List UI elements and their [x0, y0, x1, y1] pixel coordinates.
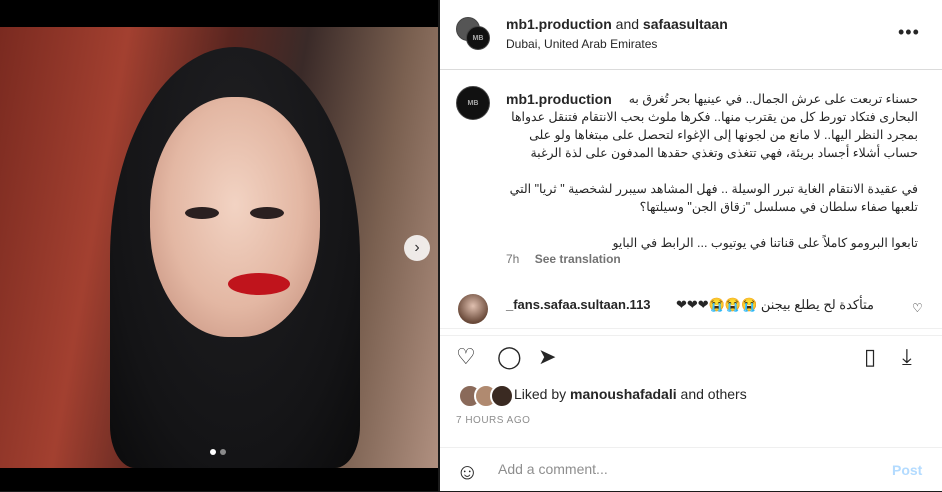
comment-bubble-icon[interactable]: ◯	[497, 344, 522, 370]
photo-eye-right	[250, 207, 284, 219]
liker-avatar-3[interactable]	[490, 384, 514, 408]
author-avatar[interactable]: MB	[466, 26, 490, 50]
post-photo	[0, 27, 438, 468]
post-image-carousel[interactable]: ›	[0, 0, 438, 491]
carousel-dot	[220, 449, 226, 455]
post-timestamp[interactable]: 7 HOURS AGO	[456, 415, 530, 426]
photo-lips	[228, 273, 290, 295]
post-header: MB mb1.production and safaasultaan Dubai…	[440, 0, 942, 70]
post-header-title: mb1.production and safaasultaan	[506, 16, 728, 32]
post-actions: ♡ ◯ ➤ ▯ ⤓	[440, 335, 942, 376]
caption-avatar[interactable]: MB	[456, 86, 490, 120]
comment-avatar[interactable]	[458, 294, 488, 324]
photo-face	[150, 97, 320, 337]
share-send-icon[interactable]: ➤	[538, 344, 556, 370]
coauthor-username[interactable]: safaasultaan	[643, 16, 728, 32]
add-comment-bar: ☺ Post	[440, 447, 942, 492]
comment-username[interactable]: _fans.safaa.sultaan.113	[506, 297, 651, 312]
comment-item: _fans.safaa.sultaan.113 متأكدة لح يطلع ب…	[440, 288, 942, 329]
caption-logo-icon: MB	[467, 99, 479, 107]
chevron-right-icon[interactable]: ›	[404, 235, 430, 261]
author-logo-icon: MB	[472, 34, 484, 42]
caption-body: حسناء تربعت على عرش الجمال.. في عينيها ب…	[509, 92, 918, 250]
caption-meta: 7h See translation	[506, 252, 621, 266]
post-panel: MB mb1.production and safaasultaan Dubai…	[440, 0, 942, 491]
like-heart-icon[interactable]: ♡	[456, 344, 476, 370]
comment-text: متأكدة لح يطلع بيجنن 😭😭😭❤❤❤	[676, 297, 874, 312]
likes-user[interactable]: manoushafadali	[570, 386, 677, 402]
likes-suffix[interactable]: and others	[681, 386, 747, 402]
photo-eye-left	[185, 207, 219, 219]
post-likes: Liked by manoushafadali and others	[440, 380, 942, 410]
likes-prefix: Liked by	[514, 386, 567, 402]
caption-time[interactable]: 7h	[506, 252, 519, 266]
carousel-dot-active	[210, 449, 216, 455]
download-icon[interactable]: ⤓	[902, 344, 912, 370]
more-horizontal-icon[interactable]: •••	[898, 22, 920, 43]
post-comment-button[interactable]: Post	[892, 462, 922, 478]
caption-username[interactable]: mb1.production	[506, 90, 612, 108]
carousel-dots	[210, 449, 226, 455]
caption-text: mb1.production حسناء تربعت على عرش الجمال…	[506, 90, 918, 252]
post-location[interactable]: Dubai, United Arab Emirates	[506, 37, 657, 51]
likes-summary: Liked by manoushafadali and others	[514, 386, 747, 402]
see-translation-link[interactable]: See translation	[535, 252, 621, 266]
emoji-icon[interactable]: ☺	[456, 459, 478, 485]
comment-input[interactable]	[496, 460, 880, 478]
bookmark-icon[interactable]: ▯	[864, 344, 876, 370]
post-caption: MB mb1.production حسناء تربعت على عرش الج…	[440, 70, 942, 280]
author-username[interactable]: mb1.production	[506, 16, 612, 32]
header-connector: and	[615, 16, 640, 32]
comment-like-heart-icon[interactable]: ♡	[912, 301, 923, 315]
